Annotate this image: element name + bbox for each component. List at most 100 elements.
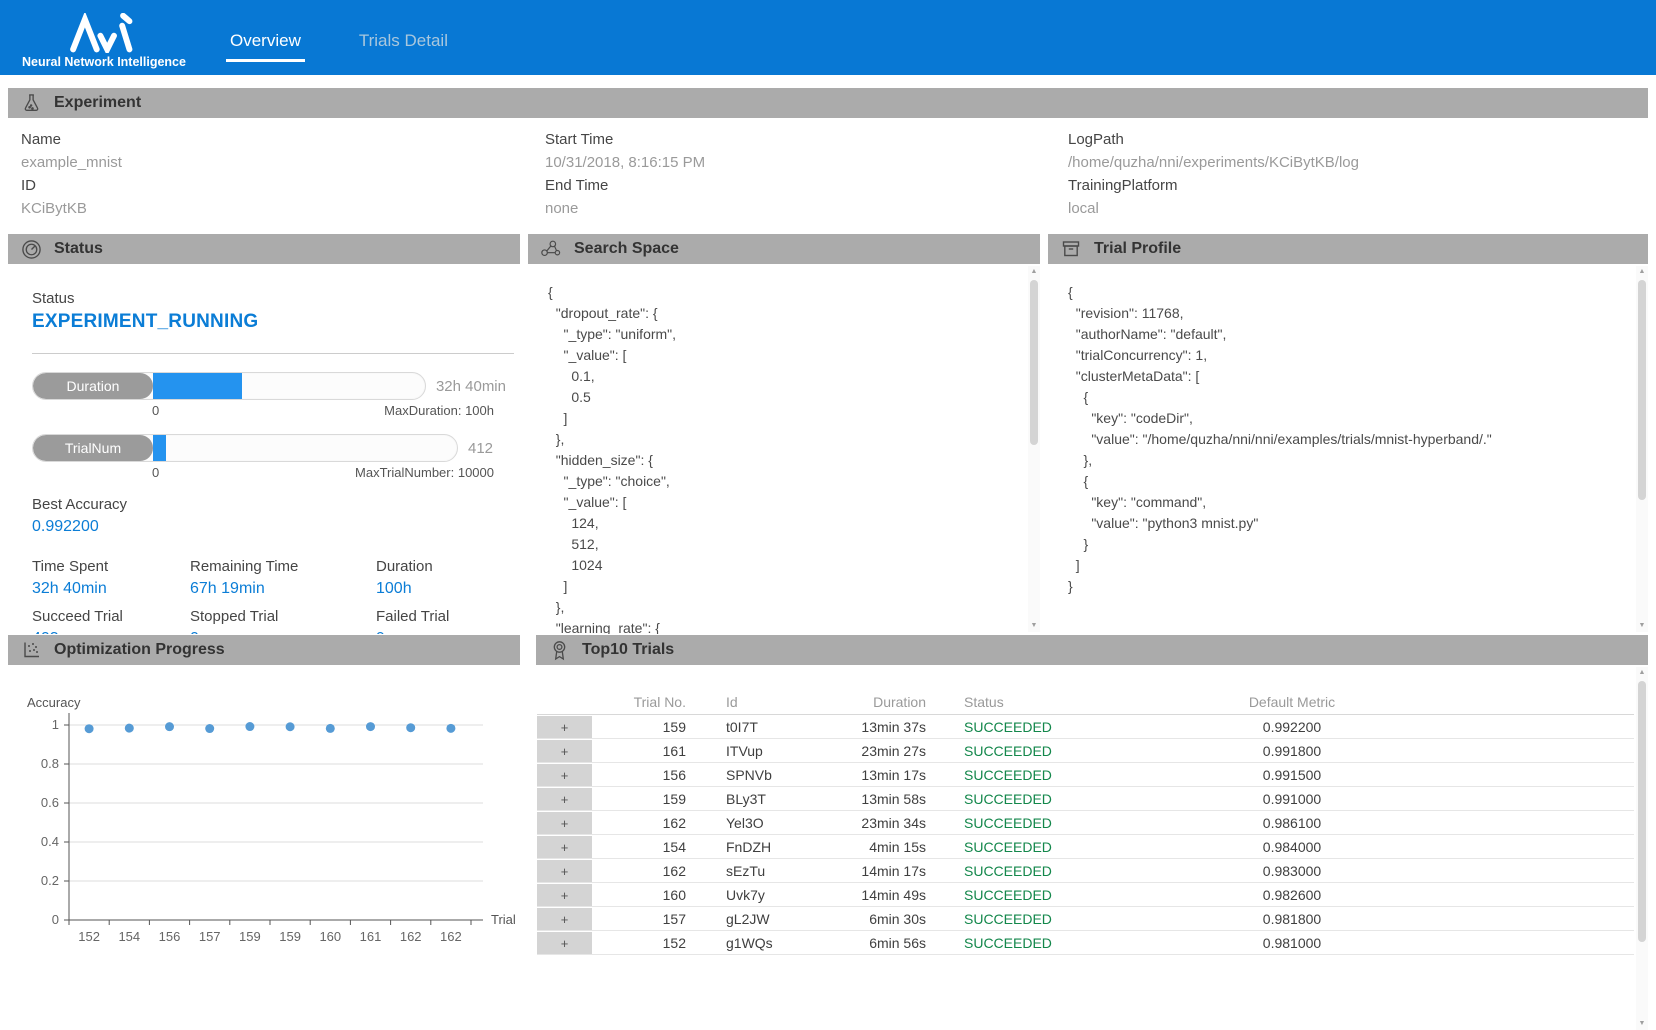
- metric-cell: 0.991000: [1112, 791, 1472, 807]
- expand-row-button[interactable]: +: [537, 908, 592, 930]
- trial-profile-scrollbar[interactable]: ▲ ▼: [1636, 266, 1648, 632]
- scroll-down-icon[interactable]: ▼: [1636, 620, 1648, 632]
- tab-overview[interactable]: Overview: [226, 25, 305, 62]
- field-label: Name: [21, 128, 545, 151]
- table-row: +157gL2JW6min 30sSUCCEEDED0.981800: [537, 907, 1634, 931]
- status-cell: SUCCEEDED: [928, 743, 1112, 759]
- status-cell: SUCCEEDED: [928, 719, 1112, 735]
- trial-no-cell: 162: [592, 815, 692, 831]
- scrollbar-thumb[interactable]: [1638, 681, 1646, 942]
- metric-cell: 0.986100: [1112, 815, 1472, 831]
- duration-cell: 13min 17s: [842, 767, 928, 783]
- scroll-up-icon[interactable]: ▲: [1636, 266, 1648, 278]
- field-value: none: [545, 197, 1068, 220]
- trial-profile-section-header: Trial Profile: [1048, 234, 1648, 264]
- experiment-info: Name example_mnist ID KCiBytKB Start Tim…: [8, 118, 1648, 234]
- trialnum-min: 0: [152, 465, 159, 480]
- stat-label: Failed Trial: [376, 608, 506, 625]
- metric-cell: 0.984000: [1112, 839, 1472, 855]
- duration-max: MaxDuration: 100h: [384, 403, 494, 418]
- duration-cell: 13min 37s: [842, 719, 928, 735]
- divider: [32, 353, 514, 354]
- trial-id-cell: BLy3T: [692, 791, 842, 807]
- expand-row-button[interactable]: +: [537, 836, 592, 858]
- trialnum-progress-track: [153, 435, 457, 461]
- experiment-col-2: Start Time 10/31/2018, 8:16:15 PM End Ti…: [545, 128, 1068, 220]
- table-header-row: Trial No. Id Duration Status Default Met…: [537, 689, 1634, 715]
- search-space-json: { "dropout_rate": { "_type": "uniform", …: [528, 264, 1040, 634]
- nni-logo[interactable]: Neural Network Intelligence: [14, 0, 194, 75]
- trial-no-cell: 161: [592, 743, 692, 759]
- table-row: +154FnDZH4min 15sSUCCEEDED0.984000: [537, 835, 1634, 859]
- scrollbar-thumb[interactable]: [1030, 280, 1038, 445]
- trial-id-cell: SPNVb: [692, 767, 842, 783]
- molecule-icon: [540, 238, 562, 260]
- trial-no-cell: 159: [592, 719, 692, 735]
- expand-row-button[interactable]: +: [537, 740, 592, 762]
- trialnum-progress-label: TrialNum: [33, 435, 153, 461]
- trial-no-cell: 157: [592, 911, 692, 927]
- optimization-section-header: Optimization Progress: [8, 635, 520, 665]
- trial-no-cell: 159: [592, 791, 692, 807]
- table-row: +160Uvk7y14min 49sSUCCEEDED0.982600: [537, 883, 1634, 907]
- status-cell: SUCCEEDED: [928, 767, 1112, 783]
- svg-text:159: 159: [239, 929, 261, 944]
- trial-id-cell: gL2JW: [692, 911, 842, 927]
- field-value: KCiBytKB: [21, 197, 545, 220]
- svg-text:159: 159: [279, 929, 301, 944]
- expand-row-button[interactable]: +: [537, 764, 592, 786]
- duration-progress-label: Duration: [33, 373, 153, 399]
- stat-value: 32h 40min: [32, 580, 190, 598]
- status-title: Status: [54, 240, 103, 258]
- scroll-up-icon[interactable]: ▲: [1636, 667, 1648, 679]
- search-space-scrollbar[interactable]: ▲ ▼: [1028, 266, 1040, 632]
- duration-progress-scale: 0 MaxDuration: 100h: [32, 403, 494, 418]
- archive-box-icon: [1060, 238, 1082, 260]
- expand-row-button[interactable]: +: [537, 812, 592, 834]
- top-trials-section-header: Top10 Trials: [536, 635, 1648, 665]
- field-value: example_mnist: [21, 151, 545, 174]
- best-accuracy-value: 0.992200: [32, 518, 506, 536]
- search-space-title: Search Space: [574, 240, 679, 258]
- status-section-header: Status: [8, 234, 520, 264]
- table-row: +152g1WQs6min 56sSUCCEEDED0.981000: [537, 931, 1634, 955]
- top-trials-title: Top10 Trials: [582, 641, 674, 659]
- scroll-down-icon[interactable]: ▼: [1028, 620, 1040, 632]
- trialnum-progress-scale: 0 MaxTrialNumber: 10000: [32, 465, 494, 480]
- svg-text:0.8: 0.8: [41, 756, 59, 771]
- expand-row-button[interactable]: +: [537, 884, 592, 906]
- tab-trials-detail[interactable]: Trials Detail: [355, 25, 452, 62]
- expand-row-button[interactable]: +: [537, 932, 592, 954]
- status-panel: Status Status EXPERIMENT_RUNNING Duratio…: [8, 234, 520, 634]
- experiment-col-1: Name example_mnist ID KCiBytKB: [21, 128, 545, 220]
- search-space-panel: Search Space { "dropout_rate": { "_type"…: [528, 234, 1040, 634]
- table-row: +159t0I7T13min 37sSUCCEEDED0.992200: [537, 715, 1634, 739]
- table-row: +162sEzTu14min 17sSUCCEEDED0.983000: [537, 859, 1634, 883]
- top-trials-scrollbar[interactable]: ▲ ▼: [1636, 667, 1648, 1030]
- metric-cell: 0.981800: [1112, 911, 1472, 927]
- trial-id-cell: g1WQs: [692, 935, 842, 951]
- col-status: Status: [928, 694, 1112, 710]
- expand-row-button[interactable]: +: [537, 860, 592, 882]
- field-value: /home/quzha/nni/experiments/KCiBytKB/log: [1068, 151, 1648, 174]
- duration-progress-value: 32h 40min: [436, 378, 506, 395]
- status-cell: SUCCEEDED: [928, 839, 1112, 855]
- trial-id-cell: Uvk7y: [692, 887, 842, 903]
- metric-cell: 0.981000: [1112, 935, 1472, 951]
- trial-no-cell: 162: [592, 863, 692, 879]
- stat-value: 403: [32, 630, 190, 634]
- scroll-up-icon[interactable]: ▲: [1028, 266, 1040, 278]
- scrollbar-thumb[interactable]: [1638, 280, 1646, 500]
- stat-label: Stopped Trial: [190, 608, 376, 625]
- trial-no-cell: 154: [592, 839, 692, 855]
- scroll-down-icon[interactable]: ▼: [1636, 1018, 1648, 1030]
- col-duration: Duration: [842, 694, 928, 710]
- optimization-panel: Optimization Progress 00.20.40.60.811521…: [8, 635, 520, 1030]
- trialnum-progress: TrialNum 412: [32, 434, 506, 462]
- expand-row-button[interactable]: +: [537, 788, 592, 810]
- stat-value: 100h: [376, 580, 506, 598]
- expand-header-cell: [537, 691, 592, 713]
- medal-icon: [548, 639, 570, 661]
- svg-text:154: 154: [118, 929, 140, 944]
- expand-row-button[interactable]: +: [537, 716, 592, 738]
